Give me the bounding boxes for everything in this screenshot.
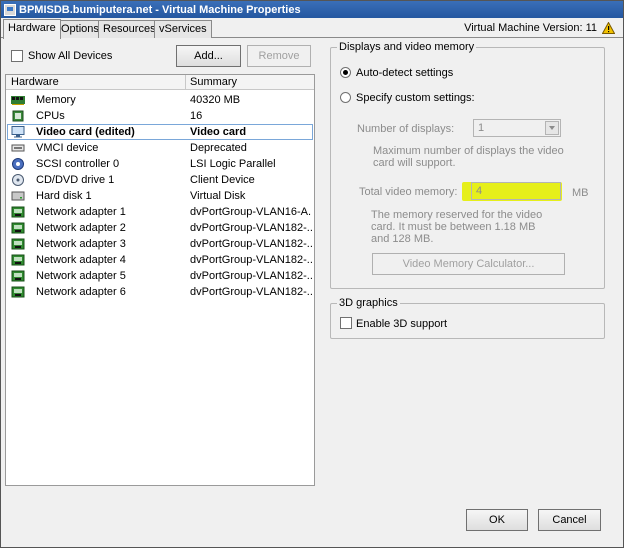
hardware-row-cd-dvd[interactable]: CD/DVD drive 1 Client Device	[7, 172, 313, 188]
num-displays-select[interactable]: 1	[473, 119, 561, 137]
row-summary: dvPortGroup-VLAN182-...	[190, 254, 312, 266]
hardware-row-network-4[interactable]: Network adapter 4 dvPortGroup-VLAN182-..…	[7, 252, 313, 268]
network-icon	[11, 206, 25, 218]
custom-settings-label: Specify custom settings:	[356, 92, 475, 104]
title-bar[interactable]: BPMISDB.bumiputera.net - Virtual Machine…	[1, 1, 623, 18]
cancel-button[interactable]: Cancel	[538, 509, 601, 531]
vm-version-text: Virtual Machine Version: 11	[464, 22, 597, 34]
monitor-icon	[11, 126, 25, 138]
tab-resources[interactable]: Resources	[98, 20, 161, 38]
tab-options[interactable]: Options	[56, 20, 104, 38]
row-name: CPUs	[36, 110, 65, 122]
row-summary: dvPortGroup-VLAN16-A...	[190, 206, 312, 218]
disk-icon	[11, 190, 25, 202]
cpu-icon	[11, 110, 25, 122]
network-icon	[11, 222, 25, 234]
total-vram-input[interactable]: 4	[471, 182, 561, 200]
hardware-row-network-3[interactable]: Network adapter 3 dvPortGroup-VLAN182-..…	[7, 236, 313, 252]
row-summary: Video card	[190, 126, 247, 138]
row-summary: 16	[190, 110, 203, 122]
hardware-row-network-1[interactable]: Network adapter 1 dvPortGroup-VLAN16-A..…	[7, 204, 313, 220]
row-name: Network adapter 5	[36, 270, 126, 282]
show-all-devices-checkbox[interactable]	[11, 50, 23, 62]
row-name: CD/DVD drive 1	[36, 174, 115, 186]
row-name: Network adapter 6	[36, 286, 126, 298]
total-vram-value: 4	[476, 185, 483, 197]
hardware-row-network-6[interactable]: Network adapter 6 dvPortGroup-VLAN182-..…	[7, 284, 313, 300]
chevron-down-icon	[545, 121, 559, 135]
vm-app-icon	[4, 3, 16, 16]
row-summary: dvPortGroup-VLAN182-...	[190, 270, 312, 282]
display-group-title: Displays and video memory	[337, 41, 477, 53]
row-name: Video card (edited)	[36, 126, 135, 138]
warning-icon	[602, 22, 615, 34]
auto-detect-radio[interactable]	[340, 67, 351, 78]
row-name: Hard disk 1	[36, 190, 92, 202]
row-name: Memory	[36, 94, 76, 106]
cd-icon	[11, 174, 25, 186]
row-name: Network adapter 1	[36, 206, 126, 218]
row-summary: Client Device	[190, 174, 255, 186]
tab-hardware[interactable]: Hardware	[3, 19, 61, 39]
custom-settings-radio[interactable]	[340, 92, 351, 103]
row-summary: dvPortGroup-VLAN182-...	[190, 286, 312, 298]
network-icon	[11, 254, 25, 266]
max-displays-note: Maximum number of displays the video car…	[373, 145, 564, 169]
show-all-devices-label: Show All Devices	[28, 50, 113, 62]
list-header: Hardware Summary	[6, 75, 314, 90]
hardware-row-cpus[interactable]: CPUs 16	[7, 108, 313, 124]
row-name: VMCI device	[36, 142, 99, 154]
row-name: Network adapter 2	[36, 222, 126, 234]
row-summary: dvPortGroup-VLAN182-...	[190, 222, 312, 234]
enable-3d-label: Enable 3D support	[356, 318, 448, 330]
row-summary: 40320 MB	[190, 94, 241, 106]
hardware-row-hard-disk[interactable]: Hard disk 1 Virtual Disk	[7, 188, 313, 204]
hardware-row-scsi[interactable]: SCSI controller 0 LSI Logic Parallel	[7, 156, 313, 172]
vm-properties-window: BPMISDB.bumiputera.net - Virtual Machine…	[0, 0, 624, 548]
video-memory-calculator-button[interactable]: Video Memory Calculator...	[372, 253, 565, 275]
network-icon	[11, 238, 25, 250]
hardware-list: Hardware Summary Memory 40320 MB CPUs 16…	[5, 74, 315, 486]
auto-detect-label: Auto-detect settings	[356, 67, 454, 79]
enable-3d-checkbox[interactable]	[340, 317, 352, 329]
ok-button[interactable]: OK	[466, 509, 528, 531]
row-summary: Deprecated	[190, 142, 247, 154]
vm-version: Virtual Machine Version: 11	[464, 22, 615, 34]
row-name: Network adapter 3	[36, 238, 126, 250]
num-displays-label: Number of displays:	[357, 123, 455, 135]
vram-unit: MB	[572, 187, 589, 199]
row-summary: LSI Logic Parallel	[190, 158, 276, 170]
network-icon	[11, 286, 25, 298]
total-vram-label: Total video memory:	[359, 186, 458, 198]
network-icon	[11, 270, 25, 282]
graphics3d-group-title: 3D graphics	[337, 297, 400, 309]
hardware-row-vmci[interactable]: VMCI device Deprecated	[7, 140, 313, 156]
row-name: Network adapter 4	[36, 254, 126, 266]
window-title: BPMISDB.bumiputera.net - Virtual Machine…	[19, 3, 301, 16]
scsi-icon	[11, 158, 25, 170]
row-summary: dvPortGroup-VLAN182-...	[190, 238, 312, 250]
row-name: SCSI controller 0	[36, 158, 120, 170]
tab-vservices[interactable]: vServices	[154, 20, 212, 38]
hardware-row-network-5[interactable]: Network adapter 5 dvPortGroup-VLAN182-..…	[7, 268, 313, 284]
column-hardware[interactable]: Hardware	[11, 76, 59, 88]
hardware-row-video-card[interactable]: Video card (edited) Video card	[7, 124, 313, 140]
remove-button[interactable]: Remove	[247, 45, 311, 67]
hardware-row-memory[interactable]: Memory 40320 MB	[7, 92, 313, 108]
vram-note: The memory reserved for the video card. …	[371, 209, 543, 245]
column-summary[interactable]: Summary	[190, 76, 237, 88]
row-summary: Virtual Disk	[190, 190, 246, 202]
memory-icon	[11, 94, 25, 106]
add-button[interactable]: Add...	[176, 45, 241, 67]
num-displays-value: 1	[478, 122, 485, 134]
vmci-icon	[11, 142, 25, 154]
hardware-row-network-2[interactable]: Network adapter 2 dvPortGroup-VLAN182-..…	[7, 220, 313, 236]
